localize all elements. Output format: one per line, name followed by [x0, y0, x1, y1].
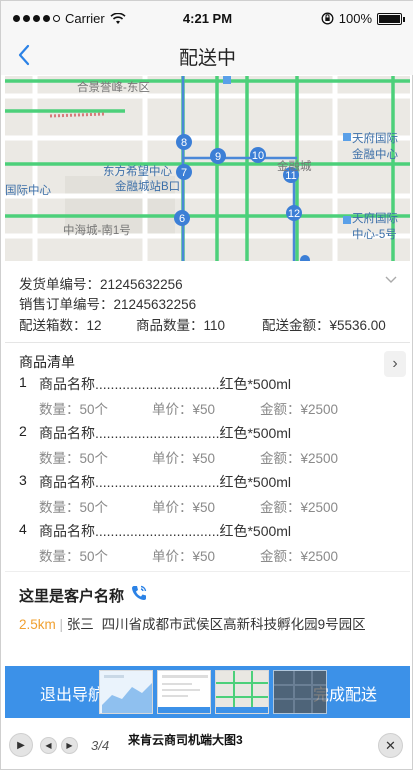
product-name: 商品名称................................红色*5…: [39, 523, 292, 539]
product-name: 商品名称................................红色*5…: [39, 376, 292, 392]
order-info: 发货单编号：21245632256 销售订单编号：21245632256 配送箱…: [5, 263, 410, 343]
product-price: 单价：¥50: [152, 500, 216, 515]
exit-navigation-button[interactable]: 退出导航: [40, 681, 104, 705]
map-label: 合景誉峰-东区: [77, 80, 150, 94]
contact-person: 张三: [66, 617, 94, 632]
product-total: 金额：¥2500: [260, 500, 339, 515]
product-total: 金额：¥2500: [260, 549, 339, 564]
map-label: 金融城站B口: [115, 179, 180, 193]
product-price: 单价：¥50: [152, 451, 216, 466]
map-view[interactable]: 8 9 10 7 11 6 12 合景誉峰-东区 东方希望中心 金融城站B口 金…: [5, 76, 410, 261]
product-count: 数量：50个: [39, 451, 109, 466]
distance: 2.5km: [19, 617, 56, 632]
rotation-lock-icon: [321, 12, 334, 25]
map-label: 金融中心: [352, 147, 398, 161]
thumbnail-strip: [99, 670, 331, 714]
product-index: 4: [19, 521, 27, 537]
map-label: 金融城: [277, 159, 312, 173]
map-label: 东方希望中心: [103, 164, 172, 178]
product-count: 数量：50个: [39, 402, 109, 417]
image-caption: 来肯云商司机端大图3: [128, 733, 243, 747]
metro-marker-10[interactable]: 10: [252, 150, 264, 162]
previous-icon[interactable]: ◀: [40, 737, 57, 754]
product-count: 数量：50个: [39, 500, 109, 515]
status-bar: Carrier 4:21 PM 100%: [1, 1, 413, 35]
metro-marker-6[interactable]: 6: [179, 213, 185, 225]
product-price: 单价：¥50: [152, 402, 216, 417]
product-total: 金额：¥2500: [260, 402, 339, 417]
chevron-right-icon[interactable]: ›: [384, 351, 406, 377]
metro-marker-7[interactable]: 7: [181, 167, 187, 179]
play-icon[interactable]: ▶: [9, 733, 33, 757]
battery-label: 100%: [338, 11, 372, 26]
product-total: 金额：¥2500: [260, 451, 339, 466]
product-price: 单价：¥50: [152, 549, 216, 564]
product-index: 1: [19, 374, 27, 390]
thumbnail-2[interactable]: [157, 670, 211, 714]
thumbnail-3[interactable]: [215, 670, 269, 714]
map-label: 天府国际: [352, 211, 398, 225]
phone-frame: Carrier 4:21 PM 100% 配送中 8 9 10 7 11 6 1…: [0, 0, 413, 770]
next-icon[interactable]: ▶: [61, 737, 78, 754]
product-list: 商品清单 › 1 商品名称...........................…: [5, 344, 410, 572]
product-list-title: 商品清单: [19, 354, 75, 370]
metro-marker-8[interactable]: 8: [181, 137, 187, 149]
chevron-down-icon[interactable]: [384, 273, 398, 287]
customer-details: 2.5km | 张三 四川省成都市武侯区高新科技孵化园9号园区: [19, 613, 366, 633]
product-count: 数量：50个: [39, 549, 109, 564]
customer-name: 这里是客户名称: [19, 588, 125, 605]
action-bar: 退出导航 完成配送: [5, 666, 410, 718]
map-label: 天府国际: [352, 131, 398, 145]
map-label: 中心-5号: [352, 228, 397, 241]
phone-icon[interactable]: [129, 583, 149, 603]
customer-info: 这里是客户名称 2.5km | 张三 四川省成都市武侯区高新科技孵化园9号园区: [5, 573, 410, 665]
product-index: 2: [19, 423, 27, 439]
delivery-number: 发货单编号：21245632256: [19, 277, 183, 292]
battery-icon: [377, 12, 405, 25]
metro-marker-9[interactable]: 9: [215, 151, 221, 163]
product-index: 3: [19, 472, 27, 488]
map-label: 国际中心: [5, 184, 51, 197]
sales-order-number: 销售订单编号：21245632256: [19, 297, 197, 312]
delivery-amount: 配送金额：¥5536.00: [262, 318, 386, 333]
close-icon[interactable]: ✕: [378, 733, 403, 758]
thumbnail-1[interactable]: [99, 670, 153, 714]
product-quantity: 商品数量：110: [136, 318, 226, 333]
separator: |: [59, 617, 64, 632]
map-label: 中海城-南1号: [63, 223, 131, 237]
box-count: 配送箱数：12: [19, 318, 102, 333]
gallery-controls: ▶ ◀ ▶ 3/4 来肯云商司机端大图3 ✕: [5, 719, 410, 769]
metro-marker-12[interactable]: 12: [288, 208, 300, 220]
product-name: 商品名称................................红色*5…: [39, 425, 292, 441]
status-right: 100%: [321, 11, 405, 26]
customer-address: 四川省成都市武侯区高新科技孵化园9号园区: [101, 617, 366, 632]
product-name: 商品名称................................红色*5…: [39, 474, 292, 490]
page-title: 配送中: [178, 48, 236, 69]
thumbnail-4[interactable]: [273, 670, 327, 714]
nav-bar: 配送中: [1, 35, 413, 75]
image-counter: 3/4: [91, 738, 110, 753]
